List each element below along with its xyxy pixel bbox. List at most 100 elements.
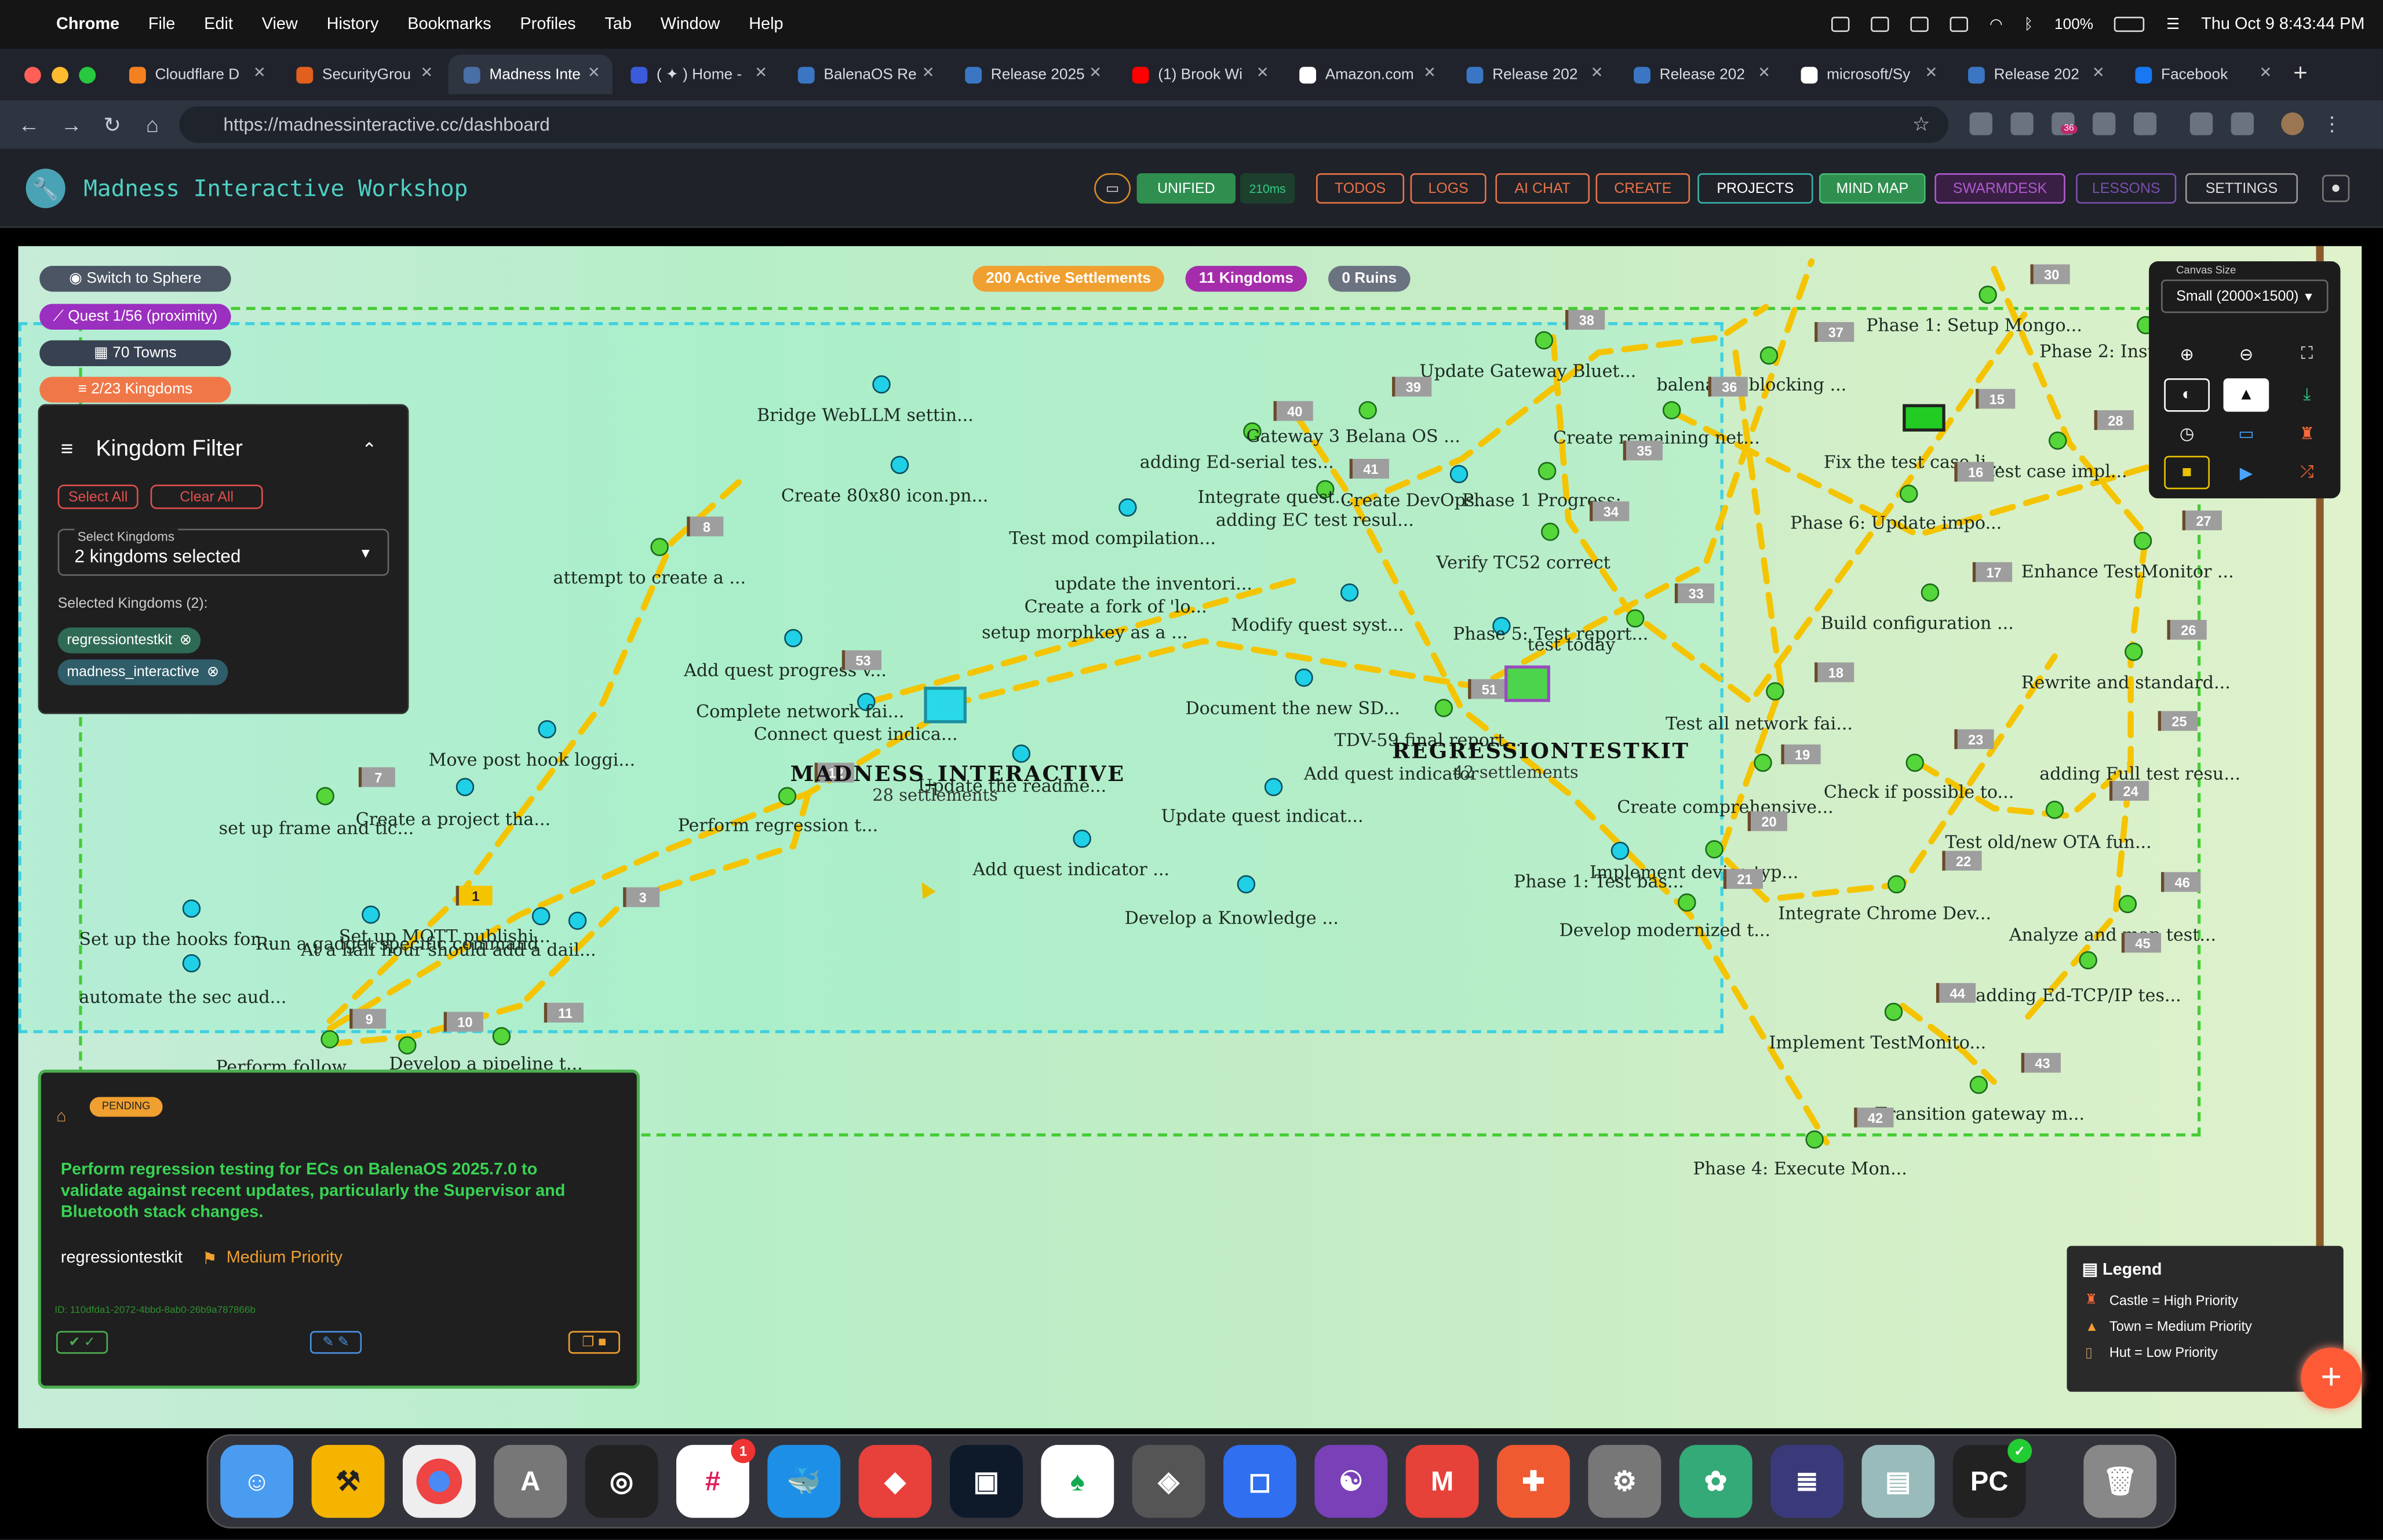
- stop-icon[interactable]: ■: [2164, 455, 2210, 490]
- browser-tab[interactable]: SecurityGrou ✕: [281, 54, 445, 94]
- menu-bookmarks[interactable]: Bookmarks: [407, 15, 491, 33]
- window-minimize-button[interactable]: [52, 66, 69, 83]
- tab-close-icon[interactable]: ✕: [922, 65, 935, 82]
- terrain-icon[interactable]: ▲: [2223, 378, 2269, 412]
- settlement-flag[interactable]: 18: [1814, 662, 1854, 683]
- settlement-dot[interactable]: [1012, 744, 1030, 763]
- settlement-dot[interactable]: [1537, 462, 1557, 480]
- settlement-flag[interactable]: 40: [1273, 401, 1313, 421]
- control-center-icon[interactable]: ☰: [2166, 16, 2180, 33]
- settlement-dot[interactable]: [2125, 643, 2143, 661]
- quest-label[interactable]: Connect quest indica...: [754, 723, 958, 745]
- settlement-flag[interactable]: 28: [2094, 410, 2134, 430]
- browser-tab[interactable]: Amazon.com ✕: [1284, 54, 1448, 94]
- kingdom-name-regression[interactable]: REGRESSIONTESTKIT: [1392, 740, 1689, 764]
- quest-label[interactable]: Move post hook loggi...: [429, 749, 636, 771]
- quest-label[interactable]: Bridge WebLLM settin...: [757, 404, 974, 426]
- status-extra-icon[interactable]: [1910, 16, 1929, 32]
- tab-close-icon[interactable]: ✕: [420, 65, 433, 82]
- bluetooth-icon[interactable]: ᛒ: [2024, 16, 2034, 33]
- quest-label[interactable]: balena on blocking ...: [1656, 374, 1846, 395]
- system-settings-icon[interactable]: ⚙: [1588, 1444, 1661, 1518]
- menu-help[interactable]: Help: [749, 15, 783, 33]
- quest-label[interactable]: Analyze and map test...: [2009, 924, 2216, 945]
- chrome-icon[interactable]: [402, 1444, 476, 1518]
- settlement-flag[interactable]: 21: [1723, 869, 1763, 889]
- settlement-flag[interactable]: 19: [1781, 744, 1821, 765]
- settlement-flag[interactable]: 22: [1942, 851, 1982, 871]
- quest-label[interactable]: Update quest indicat...: [1161, 805, 1364, 827]
- stairs-app-icon[interactable]: ✿: [1679, 1444, 1752, 1518]
- quest-label[interactable]: setup morphkey as a ...: [982, 622, 1188, 643]
- trash-icon[interactable]: 🗑: [2083, 1444, 2157, 1518]
- clear-all-button[interactable]: Clear All: [150, 484, 263, 509]
- quest-label[interactable]: Test mod compilation...: [1009, 527, 1216, 549]
- nav-button[interactable]: SETTINGS: [2185, 173, 2298, 204]
- settlement-dot[interactable]: [1662, 401, 1681, 419]
- quest-label[interactable]: Complete network fai...: [696, 700, 904, 722]
- settlement-dot[interactable]: [872, 375, 891, 394]
- status-extra-icon[interactable]: [1950, 16, 1969, 32]
- settlement-dot[interactable]: [1900, 484, 1918, 503]
- account-icon[interactable]: ●: [2322, 174, 2350, 202]
- quest-label[interactable]: Gateway 3 Belana OS ...: [1246, 425, 1460, 447]
- monitor-icon[interactable]: ▭: [1094, 173, 1131, 204]
- settlement-dot[interactable]: [1449, 465, 1469, 483]
- settlement-dot[interactable]: [1754, 753, 1772, 772]
- settlement-dot[interactable]: [784, 629, 803, 648]
- play-icon[interactable]: ▶: [2224, 456, 2269, 490]
- settlement-flag[interactable]: 38: [1565, 309, 1605, 330]
- settlement-flag[interactable]: 53: [841, 650, 881, 670]
- quest-label[interactable]: set up frame and tic...: [219, 818, 414, 839]
- quest-label[interactable]: Phase 4: Execute Mon...: [1693, 1158, 1907, 1179]
- tab-search-icon[interactable]: [2231, 112, 2254, 136]
- settlement-flag[interactable]: 35: [1623, 440, 1663, 461]
- settlement-dot[interactable]: [320, 1030, 339, 1049]
- settlement-dot[interactable]: [2045, 801, 2064, 819]
- quest-label[interactable]: attempt to create a ...: [553, 567, 746, 588]
- add-fab-button[interactable]: +: [2301, 1348, 2362, 1408]
- zoom-in-icon[interactable]: ⊕: [2164, 337, 2210, 371]
- clean-icon[interactable]: ♜: [2284, 417, 2330, 450]
- tab-close-icon[interactable]: ✕: [755, 65, 767, 82]
- settlement-dot[interactable]: [1705, 840, 1724, 859]
- fit-screen-icon[interactable]: ⛶: [2284, 337, 2330, 371]
- settlement-dot[interactable]: [1805, 1130, 1824, 1149]
- palette-icon[interactable]: ◐: [2164, 378, 2210, 412]
- settlement-flag[interactable]: 25: [2158, 711, 2198, 731]
- settlement-dot[interactable]: [778, 787, 797, 805]
- nav-button[interactable]: PROJECTS: [1697, 173, 1813, 204]
- quest-label[interactable]: Add quest indicator ...: [972, 859, 1169, 880]
- chip-remove-icon[interactable]: ⊗: [180, 632, 192, 649]
- address-bar[interactable]: https://madnessinteractive.cc/dashboard …: [179, 106, 1948, 143]
- quest-label[interactable]: Create 80x80 icon.pn...: [781, 485, 988, 506]
- window-close-button[interactable]: [24, 66, 41, 83]
- forward-arrow-icon[interactable]: →: [61, 112, 85, 137]
- settlement-dot[interactable]: [492, 1027, 511, 1046]
- folder-icon[interactable]: ▭: [2224, 417, 2269, 450]
- clock-icon[interactable]: ◷: [2164, 417, 2210, 450]
- settlement-dot[interactable]: [568, 911, 587, 930]
- quest-label[interactable]: Integrate quest...: [1197, 486, 1351, 508]
- settlement-dot[interactable]: [890, 455, 909, 475]
- wifi-icon[interactable]: ◠: [1990, 16, 2003, 33]
- settlement-dot[interactable]: [1766, 682, 1784, 700]
- app-title[interactable]: Madness Interactive Workshop: [83, 175, 468, 202]
- preview-icon[interactable]: ▤: [1861, 1444, 1935, 1518]
- settlement-flag[interactable]: 24: [2109, 780, 2149, 801]
- settlement-dot[interactable]: [1541, 523, 1559, 541]
- extension-icon[interactable]: [1969, 112, 1992, 136]
- settlement-flag[interactable]: 16: [1954, 462, 1994, 482]
- status-extra-icon[interactable]: [1871, 16, 1889, 32]
- new-tab-button[interactable]: +: [2293, 61, 2308, 88]
- quest-label[interactable]: Implement TestMonito...: [1769, 1032, 1986, 1053]
- kingdoms-filter-toggle[interactable]: ≡ 2/23 Kingdoms: [39, 377, 231, 403]
- tab-close-icon[interactable]: ✕: [1423, 65, 1436, 82]
- settlement-dot[interactable]: [2118, 895, 2137, 914]
- pycharm-icon[interactable]: PC ✓: [1952, 1439, 2032, 1518]
- settlement-dot[interactable]: [1969, 1075, 1988, 1094]
- settlement-flag[interactable]: 30: [2030, 264, 2070, 284]
- tab-close-icon[interactable]: ✕: [253, 65, 266, 82]
- roblox-icon[interactable]: ◻: [1223, 1444, 1296, 1518]
- quest-label[interactable]: Verify TC52 correct: [1436, 552, 1610, 573]
